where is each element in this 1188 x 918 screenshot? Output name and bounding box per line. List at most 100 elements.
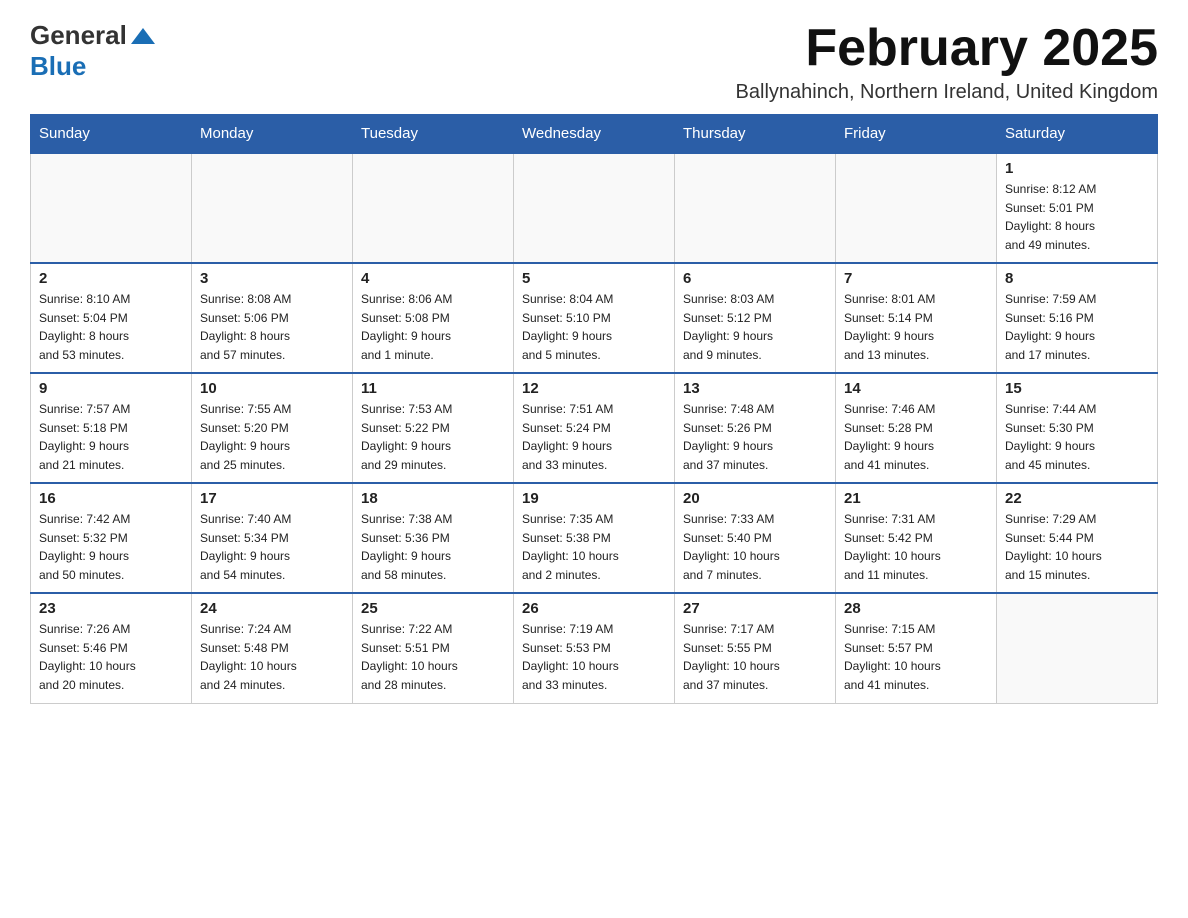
day-number: 23 — [39, 600, 183, 617]
calendar-day-cell: 13Sunrise: 7:48 AM Sunset: 5:26 PM Dayli… — [675, 373, 836, 483]
calendar-table: SundayMondayTuesdayWednesdayThursdayFrid… — [30, 114, 1158, 704]
day-info: Sunrise: 7:26 AM Sunset: 5:46 PM Dayligh… — [39, 620, 183, 694]
calendar-day-cell — [192, 153, 353, 263]
calendar-day-cell — [675, 153, 836, 263]
day-number: 2 — [39, 270, 183, 287]
calendar-day-cell: 6 Sunrise: 8:03 AM Sunset: 5:12 PM Daylig… — [675, 263, 836, 373]
day-number: 12 — [522, 380, 666, 397]
day-number: 6 — [683, 270, 827, 287]
calendar-week-row: 23 Sunrise: 7:26 AM Sunset: 5:46 PM Dayli… — [31, 593, 1158, 703]
calendar-day-cell: 26Sunrise: 7:19 AM Sunset: 5:53 PM Dayli… — [514, 593, 675, 703]
day-info: Sunrise: 7:35 AM Sunset: 5:38 PM Dayligh… — [522, 510, 666, 584]
day-info: Sunrise: 7:51 AM Sunset: 5:24 PM Dayligh… — [522, 400, 666, 474]
day-of-week-header: Wednesday — [514, 115, 675, 154]
page-header: General Blue February 2025 Ballynahinch,… — [30, 20, 1158, 104]
calendar-day-cell: 14 Sunrise: 7:46 AM Sunset: 5:28 PM Dayli… — [836, 373, 997, 483]
calendar-week-row: 16 Sunrise: 7:42 AM Sunset: 5:32 PM Dayli… — [31, 483, 1158, 593]
day-info: Sunrise: 7:57 AM Sunset: 5:18 PM Dayligh… — [39, 400, 183, 474]
day-info: Sunrise: 7:53 AM Sunset: 5:22 PM Dayligh… — [361, 400, 505, 474]
day-number: 22 — [1005, 490, 1149, 507]
calendar-day-cell — [997, 593, 1158, 703]
calendar-day-cell: 5 Sunrise: 8:04 AM Sunset: 5:10 PM Daylig… — [514, 263, 675, 373]
calendar-week-row: 1Sunrise: 8:12 AM Sunset: 5:01 PM Daylig… — [31, 153, 1158, 263]
day-number: 25 — [361, 600, 505, 617]
day-info: Sunrise: 7:15 AM Sunset: 5:57 PM Dayligh… — [844, 620, 988, 694]
day-info: Sunrise: 8:04 AM Sunset: 5:10 PM Dayligh… — [522, 290, 666, 364]
day-info: Sunrise: 7:40 AM Sunset: 5:34 PM Dayligh… — [200, 510, 344, 584]
calendar-day-cell: 1Sunrise: 8:12 AM Sunset: 5:01 PM Daylig… — [997, 153, 1158, 263]
day-number: 7 — [844, 270, 988, 287]
calendar-day-cell — [353, 153, 514, 263]
calendar-header-row: SundayMondayTuesdayWednesdayThursdayFrid… — [31, 115, 1158, 154]
day-of-week-header: Tuesday — [353, 115, 514, 154]
day-number: 28 — [844, 600, 988, 617]
calendar-day-cell: 17 Sunrise: 7:40 AM Sunset: 5:34 PM Dayli… — [192, 483, 353, 593]
calendar-day-cell: 19Sunrise: 7:35 AM Sunset: 5:38 PM Dayli… — [514, 483, 675, 593]
calendar-day-cell: 18 Sunrise: 7:38 AM Sunset: 5:36 PM Dayli… — [353, 483, 514, 593]
day-info: Sunrise: 8:06 AM Sunset: 5:08 PM Dayligh… — [361, 290, 505, 364]
calendar-day-cell: 12 Sunrise: 7:51 AM Sunset: 5:24 PM Dayli… — [514, 373, 675, 483]
calendar-day-cell: 20Sunrise: 7:33 AM Sunset: 5:40 PM Dayli… — [675, 483, 836, 593]
calendar-week-row: 2 Sunrise: 8:10 AM Sunset: 5:04 PM Daylig… — [31, 263, 1158, 373]
day-number: 17 — [200, 490, 344, 507]
day-info: Sunrise: 8:03 AM Sunset: 5:12 PM Dayligh… — [683, 290, 827, 364]
calendar-day-cell: 8 Sunrise: 7:59 AM Sunset: 5:16 PM Daylig… — [997, 263, 1158, 373]
logo: General Blue — [30, 20, 157, 82]
day-number: 14 — [844, 380, 988, 397]
day-number: 3 — [200, 270, 344, 287]
day-number: 4 — [361, 270, 505, 287]
day-of-week-header: Sunday — [31, 115, 192, 154]
day-info: Sunrise: 8:01 AM Sunset: 5:14 PM Dayligh… — [844, 290, 988, 364]
day-number: 5 — [522, 270, 666, 287]
logo-general-text: General — [30, 20, 127, 51]
day-info: Sunrise: 7:44 AM Sunset: 5:30 PM Dayligh… — [1005, 400, 1149, 474]
calendar-day-cell: 2 Sunrise: 8:10 AM Sunset: 5:04 PM Daylig… — [31, 263, 192, 373]
logo-triangle-icon — [129, 22, 157, 50]
day-info: Sunrise: 8:08 AM Sunset: 5:06 PM Dayligh… — [200, 290, 344, 364]
day-number: 26 — [522, 600, 666, 617]
day-number: 8 — [1005, 270, 1149, 287]
calendar-day-cell: 21 Sunrise: 7:31 AM Sunset: 5:42 PM Dayli… — [836, 483, 997, 593]
day-number: 9 — [39, 380, 183, 397]
calendar-day-cell: 4 Sunrise: 8:06 AM Sunset: 5:08 PM Daylig… — [353, 263, 514, 373]
calendar-day-cell: 7 Sunrise: 8:01 AM Sunset: 5:14 PM Daylig… — [836, 263, 997, 373]
day-info: Sunrise: 7:22 AM Sunset: 5:51 PM Dayligh… — [361, 620, 505, 694]
day-number: 16 — [39, 490, 183, 507]
calendar-day-cell: 16 Sunrise: 7:42 AM Sunset: 5:32 PM Dayli… — [31, 483, 192, 593]
day-number: 15 — [1005, 380, 1149, 397]
calendar-day-cell — [31, 153, 192, 263]
title-area: February 2025 Ballynahinch, Northern Ire… — [736, 20, 1158, 104]
calendar-day-cell: 3 Sunrise: 8:08 AM Sunset: 5:06 PM Daylig… — [192, 263, 353, 373]
day-info: Sunrise: 7:48 AM Sunset: 5:26 PM Dayligh… — [683, 400, 827, 474]
day-info: Sunrise: 7:59 AM Sunset: 5:16 PM Dayligh… — [1005, 290, 1149, 364]
day-number: 18 — [361, 490, 505, 507]
month-title: February 2025 — [736, 20, 1158, 77]
calendar-day-cell: 15 Sunrise: 7:44 AM Sunset: 5:30 PM Dayli… — [997, 373, 1158, 483]
calendar-week-row: 9 Sunrise: 7:57 AM Sunset: 5:18 PM Daylig… — [31, 373, 1158, 483]
day-of-week-header: Friday — [836, 115, 997, 154]
day-info: Sunrise: 7:17 AM Sunset: 5:55 PM Dayligh… — [683, 620, 827, 694]
day-info: Sunrise: 7:31 AM Sunset: 5:42 PM Dayligh… — [844, 510, 988, 584]
day-number: 21 — [844, 490, 988, 507]
calendar-day-cell — [514, 153, 675, 263]
day-info: Sunrise: 8:10 AM Sunset: 5:04 PM Dayligh… — [39, 290, 183, 364]
location-subtitle: Ballynahinch, Northern Ireland, United K… — [736, 81, 1158, 104]
calendar-day-cell: 25 Sunrise: 7:22 AM Sunset: 5:51 PM Dayli… — [353, 593, 514, 703]
calendar-day-cell: 27 Sunrise: 7:17 AM Sunset: 5:55 PM Dayli… — [675, 593, 836, 703]
day-info: Sunrise: 8:12 AM Sunset: 5:01 PM Dayligh… — [1005, 180, 1149, 254]
day-info: Sunrise: 7:29 AM Sunset: 5:44 PM Dayligh… — [1005, 510, 1149, 584]
day-number: 10 — [200, 380, 344, 397]
day-info: Sunrise: 7:38 AM Sunset: 5:36 PM Dayligh… — [361, 510, 505, 584]
day-info: Sunrise: 7:46 AM Sunset: 5:28 PM Dayligh… — [844, 400, 988, 474]
calendar-day-cell: 10 Sunrise: 7:55 AM Sunset: 5:20 PM Dayli… — [192, 373, 353, 483]
logo-blue-text: Blue — [30, 51, 86, 81]
day-info: Sunrise: 7:55 AM Sunset: 5:20 PM Dayligh… — [200, 400, 344, 474]
day-of-week-header: Monday — [192, 115, 353, 154]
day-number: 27 — [683, 600, 827, 617]
day-number: 24 — [200, 600, 344, 617]
day-info: Sunrise: 7:42 AM Sunset: 5:32 PM Dayligh… — [39, 510, 183, 584]
calendar-day-cell: 9 Sunrise: 7:57 AM Sunset: 5:18 PM Daylig… — [31, 373, 192, 483]
day-info: Sunrise: 7:24 AM Sunset: 5:48 PM Dayligh… — [200, 620, 344, 694]
calendar-day-cell: 24 Sunrise: 7:24 AM Sunset: 5:48 PM Dayli… — [192, 593, 353, 703]
day-info: Sunrise: 7:33 AM Sunset: 5:40 PM Dayligh… — [683, 510, 827, 584]
